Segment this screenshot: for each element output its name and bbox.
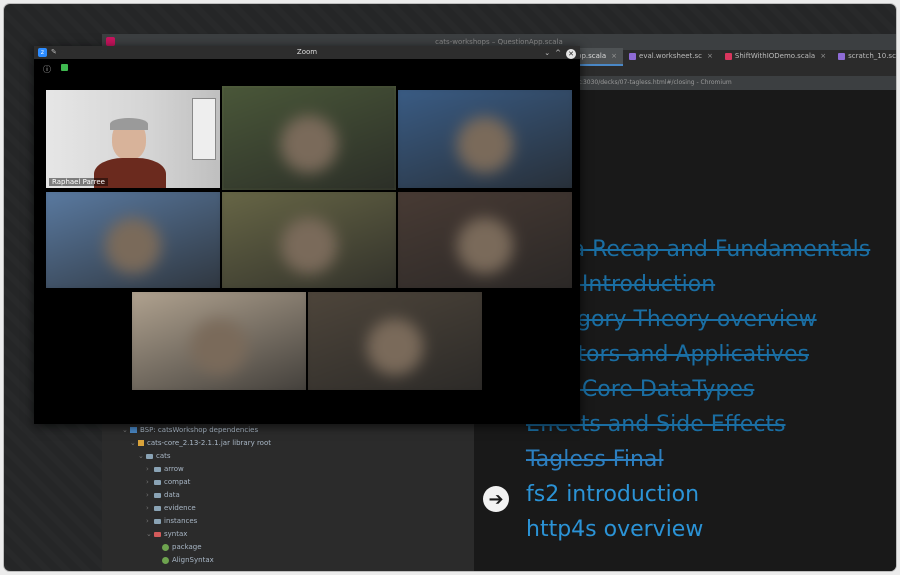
chevron-icon[interactable]: ⌄	[138, 450, 146, 463]
blurred-video-feed	[222, 192, 396, 288]
file-icon	[629, 52, 637, 60]
desktop: cats-workshops – QuestionApp.scala scala…	[4, 4, 896, 571]
tree-node-label: evidence	[164, 504, 196, 512]
minimize-icon[interactable]: ⌄	[544, 47, 550, 60]
video-tile[interactable]	[132, 292, 306, 390]
chevron-icon[interactable]: ⌄	[130, 437, 138, 450]
scala-object-icon	[162, 556, 169, 564]
video-tile[interactable]	[46, 192, 220, 288]
editor-tab[interactable]: scratch_10.sc×	[832, 48, 896, 64]
folder-icon	[154, 479, 161, 485]
blurred-video-feed	[132, 292, 306, 390]
agenda-item-upcoming: fs2 introduction	[526, 482, 700, 507]
folder-icon	[154, 466, 161, 472]
chevron-icon[interactable]: ›	[146, 476, 154, 489]
chevron-icon[interactable]: ›	[146, 463, 154, 476]
close-tab-icon[interactable]: ×	[820, 52, 826, 60]
close-tab-icon[interactable]: ×	[611, 52, 617, 60]
folder-icon	[146, 453, 153, 459]
blurred-video-feed	[308, 292, 482, 390]
folder-icon	[154, 531, 161, 537]
editor-tab-label: scratch_10.sc	[848, 52, 896, 60]
tree-node-label: instances	[164, 517, 198, 525]
folder-icon	[154, 505, 161, 511]
lib-icon	[130, 427, 137, 433]
scala-object-icon	[162, 543, 169, 551]
tree-node[interactable]: ⌄ cats	[116, 450, 256, 463]
tree-node[interactable]: ⌄ BSP: catsWorkshop dependencies	[116, 424, 259, 437]
pin-icon[interactable]: ✎	[51, 48, 57, 57]
tree-node-label: BSP: catsWorkshop dependencies	[140, 426, 259, 434]
chevron-icon[interactable]: ›	[146, 502, 154, 515]
close-icon[interactable]: ✕	[566, 48, 576, 59]
tree-node[interactable]: ⌄ syntax	[116, 528, 256, 541]
blurred-video-feed	[222, 86, 396, 190]
maximize-icon[interactable]: ^	[555, 47, 561, 60]
zoom-titlebar: z ✎ Zoom ⌄ ^ ✕	[34, 46, 580, 59]
agenda-item-done: Tagless Final	[526, 447, 664, 472]
blurred-video-feed	[398, 90, 572, 188]
current-item-arrow-icon: ➔	[483, 486, 509, 512]
editor-tab[interactable]: eval.worksheet.sc ×	[623, 48, 719, 64]
tree-node[interactable]: AlignSyntax	[116, 554, 256, 567]
tree-node[interactable]: › arrow	[116, 463, 256, 476]
tree-node[interactable]: › data	[116, 489, 256, 502]
folder-icon	[154, 518, 161, 524]
video-tile[interactable]	[222, 192, 396, 288]
close-tab-icon[interactable]: ×	[707, 52, 713, 60]
jar-icon	[138, 440, 144, 446]
blurred-video-feed	[398, 192, 572, 288]
chevron-icon[interactable]: ⌄	[146, 528, 154, 541]
editor-tab-label: eval.worksheet.sc	[639, 52, 703, 60]
tree-node-label: data	[164, 491, 180, 499]
zoom-logo-icon: z	[38, 48, 47, 57]
chevron-icon[interactable]: ⌄	[122, 424, 130, 437]
video-tile[interactable]	[398, 192, 572, 288]
tree-node[interactable]: › compat	[116, 476, 256, 489]
tree-node-label: syntax	[164, 530, 188, 538]
zoom-window: z ✎ Zoom ⌄ ^ ✕ ⓘ Raphael Parree	[34, 46, 580, 424]
project-tree[interactable]: ⌄ BSP: catsWorkshop dependencies ⌄ cats-cor…	[116, 424, 271, 571]
tree-node-label: AlignSyntax	[172, 556, 214, 564]
chevron-icon[interactable]: ›	[146, 515, 154, 528]
file-icon	[838, 52, 846, 60]
zoom-window-title: Zoom	[296, 48, 318, 56]
video-tile[interactable]	[222, 86, 396, 190]
tree-node[interactable]: ⌄ cats-core_2.13-2.1.1.jar library root	[116, 437, 271, 450]
tree-node-label: package	[172, 543, 202, 551]
video-tile-raphael[interactable]: Raphael Parree	[46, 90, 220, 188]
tree-node[interactable]: › instances	[116, 515, 256, 528]
agenda-item-upcoming: http4s overview	[526, 517, 704, 542]
tree-node-label: cats	[156, 452, 171, 460]
folder-icon	[154, 492, 161, 498]
editor-tab[interactable]: ShiftWithIODemo.scala ×	[719, 48, 832, 64]
file-icon	[724, 52, 732, 60]
chevron-icon[interactable]: ›	[146, 489, 154, 502]
tree-node[interactable]: package	[116, 541, 256, 554]
tree-node-label: compat	[164, 478, 191, 486]
participant-name-label: Raphael Parree	[49, 178, 108, 186]
tree-node[interactable]: › evidence	[116, 502, 256, 515]
blurred-video-feed	[46, 192, 220, 288]
intellij-icon	[106, 37, 115, 46]
video-tile[interactable]	[308, 292, 482, 390]
editor-tab-label: ShiftWithIODemo.scala	[734, 52, 816, 60]
tree-node-label: cats-core_2.13-2.1.1.jar library root	[147, 439, 271, 447]
video-tile[interactable]	[398, 90, 572, 188]
ide-window-title: cats-workshops – QuestionApp.scala	[435, 38, 563, 46]
info-icon[interactable]: ⓘ	[43, 64, 51, 75]
browser-url: localhost:3030/decks/07-tagless.html#/cl…	[554, 79, 732, 86]
tree-node-label: arrow	[164, 465, 184, 473]
encryption-lock-icon	[61, 64, 68, 71]
